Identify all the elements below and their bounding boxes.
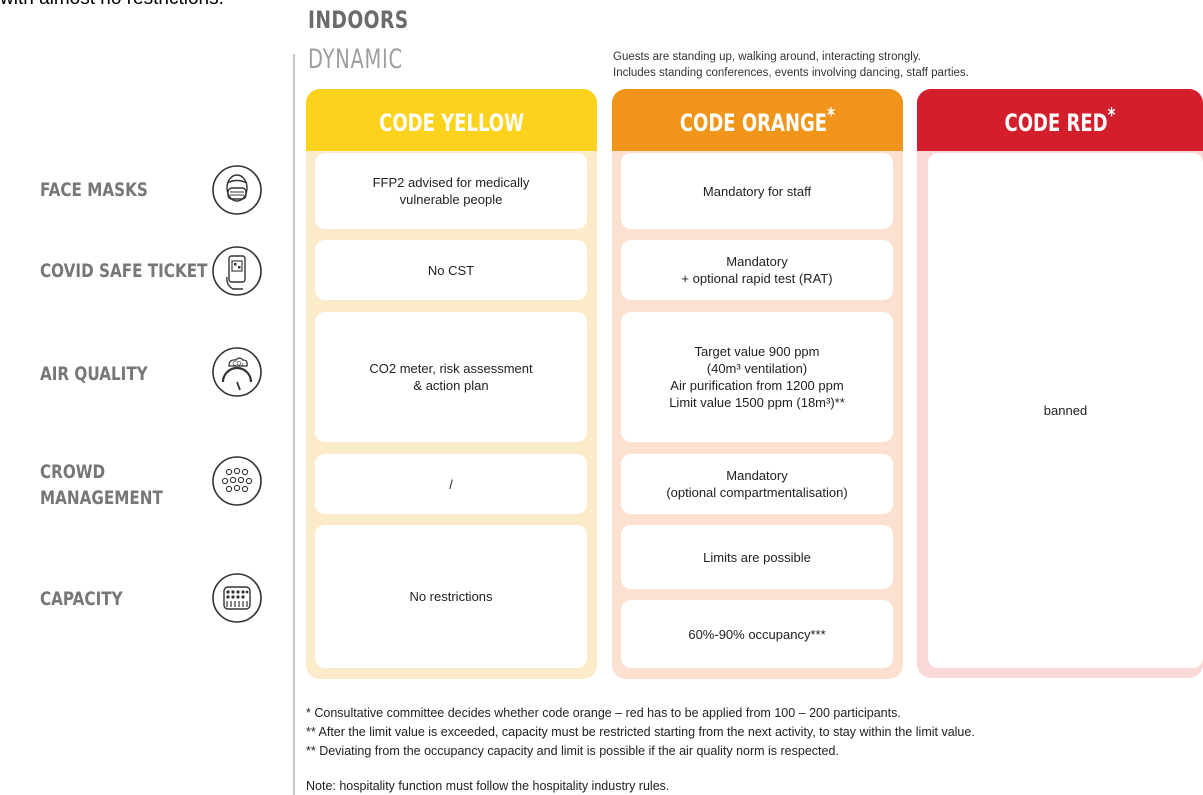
orange-air-quality-cell: Target value 900 ppm (40m³ ventilation) …: [621, 312, 893, 442]
cell-text: vulnerable people: [399, 192, 503, 207]
face-mask-icon: [212, 165, 262, 215]
orange-face-masks-cell: Mandatory for staff: [621, 153, 893, 229]
cut-off-header-text: with almost no restrictions.: [0, 0, 224, 10]
row-label-line: CROWD: [40, 461, 106, 483]
code-orange-label: CODE ORANGE: [679, 109, 828, 137]
orange-crowd-cell: Mandatory (optional compartmentalisation): [621, 454, 893, 514]
cell-text: banned: [1043, 403, 1088, 418]
cell-text: No restrictions: [409, 589, 493, 604]
yellow-air-quality-cell: CO2 meter, risk assessment & action plan: [315, 312, 587, 442]
footnote-2: ** After the limit value is exceeded, ca…: [306, 725, 975, 739]
row-label-crowd-management: CROWD MANAGEMENT: [40, 459, 163, 511]
yellow-capacity-cell: No restrictions: [315, 525, 587, 668]
description-line: Includes standing conferences, events in…: [613, 67, 969, 79]
footnote-3: ** Deviating from the occupancy capacity…: [306, 744, 839, 758]
cell-text: /: [449, 476, 453, 492]
cell-text: + optional rapid test (RAT): [681, 271, 833, 286]
yellow-face-masks-cell: FFP2 advised for medically vulnerable peo…: [315, 153, 587, 229]
row-label-covid-safe-ticket: COVID SAFE TICKET: [40, 260, 208, 282]
row-label-line: MANAGEMENT: [40, 487, 163, 509]
code-orange-header: CODE ORANGE*: [612, 89, 903, 151]
cell-text: Mandatory: [726, 468, 788, 483]
cell-text: CO2 meter, risk assessment: [369, 361, 533, 376]
activity-description: Guests are standing up, walking around, …: [613, 49, 969, 81]
code-yellow-header: CODE YELLOW: [306, 89, 597, 151]
cell-text: Target value 900 ppm: [694, 344, 820, 359]
title-indoors: INDOORS: [308, 6, 409, 34]
yellow-cst-cell: No CST: [315, 240, 587, 300]
cell-text: Mandatory for staff: [702, 183, 812, 199]
cell-text: & action plan: [413, 378, 489, 393]
orange-occupancy-cell: 60%-90% occupancy***: [621, 600, 893, 668]
cell-text: (40m³ ventilation): [706, 361, 808, 376]
cell-text: Limits are possible: [703, 549, 811, 565]
cell-text: Mandatory: [726, 254, 788, 269]
code-red-asterisk: *: [1107, 103, 1116, 127]
code-red-header: CODE RED*: [917, 89, 1203, 151]
co2-gauge-icon: CO₂: [212, 347, 262, 397]
description-line: Guests are standing up, walking around, …: [613, 51, 921, 63]
code-red-label: CODE RED: [1004, 109, 1108, 137]
hospitality-note: Note: hospitality function must follow t…: [306, 779, 670, 793]
crowd-icon: [212, 456, 262, 506]
row-label-face-masks: FACE MASKS: [40, 179, 148, 201]
cell-text: No CST: [427, 262, 475, 278]
orange-cst-cell: Mandatory + optional rapid test (RAT): [621, 240, 893, 300]
yellow-crowd-cell: /: [315, 454, 587, 514]
code-orange-asterisk: *: [827, 103, 836, 127]
footnote-1: * Consultative committee decides whether…: [306, 706, 901, 720]
vertical-divider: [293, 54, 295, 795]
cell-text: Limit value 1500 ppm (18m³)**: [669, 395, 845, 410]
row-label-air-quality: AIR QUALITY: [40, 363, 148, 385]
phone-qr-icon: [212, 246, 262, 296]
orange-capacity-limits-cell: Limits are possible: [621, 525, 893, 589]
title-dynamic: DYNAMIC: [308, 44, 403, 75]
cell-text: (optional compartmentalisation): [666, 485, 848, 500]
cell-text: Air purification from 1200 ppm: [670, 378, 844, 393]
cell-text: 60%-90% occupancy***: [688, 626, 826, 642]
capacity-icon: [212, 573, 262, 623]
svg-text:CO₂: CO₂: [232, 361, 244, 368]
cell-text: FFP2 advised for medically: [372, 175, 530, 190]
row-label-capacity: CAPACITY: [40, 588, 123, 610]
red-banned-cell: banned: [928, 153, 1203, 668]
code-yellow-label: CODE YELLOW: [379, 109, 524, 137]
